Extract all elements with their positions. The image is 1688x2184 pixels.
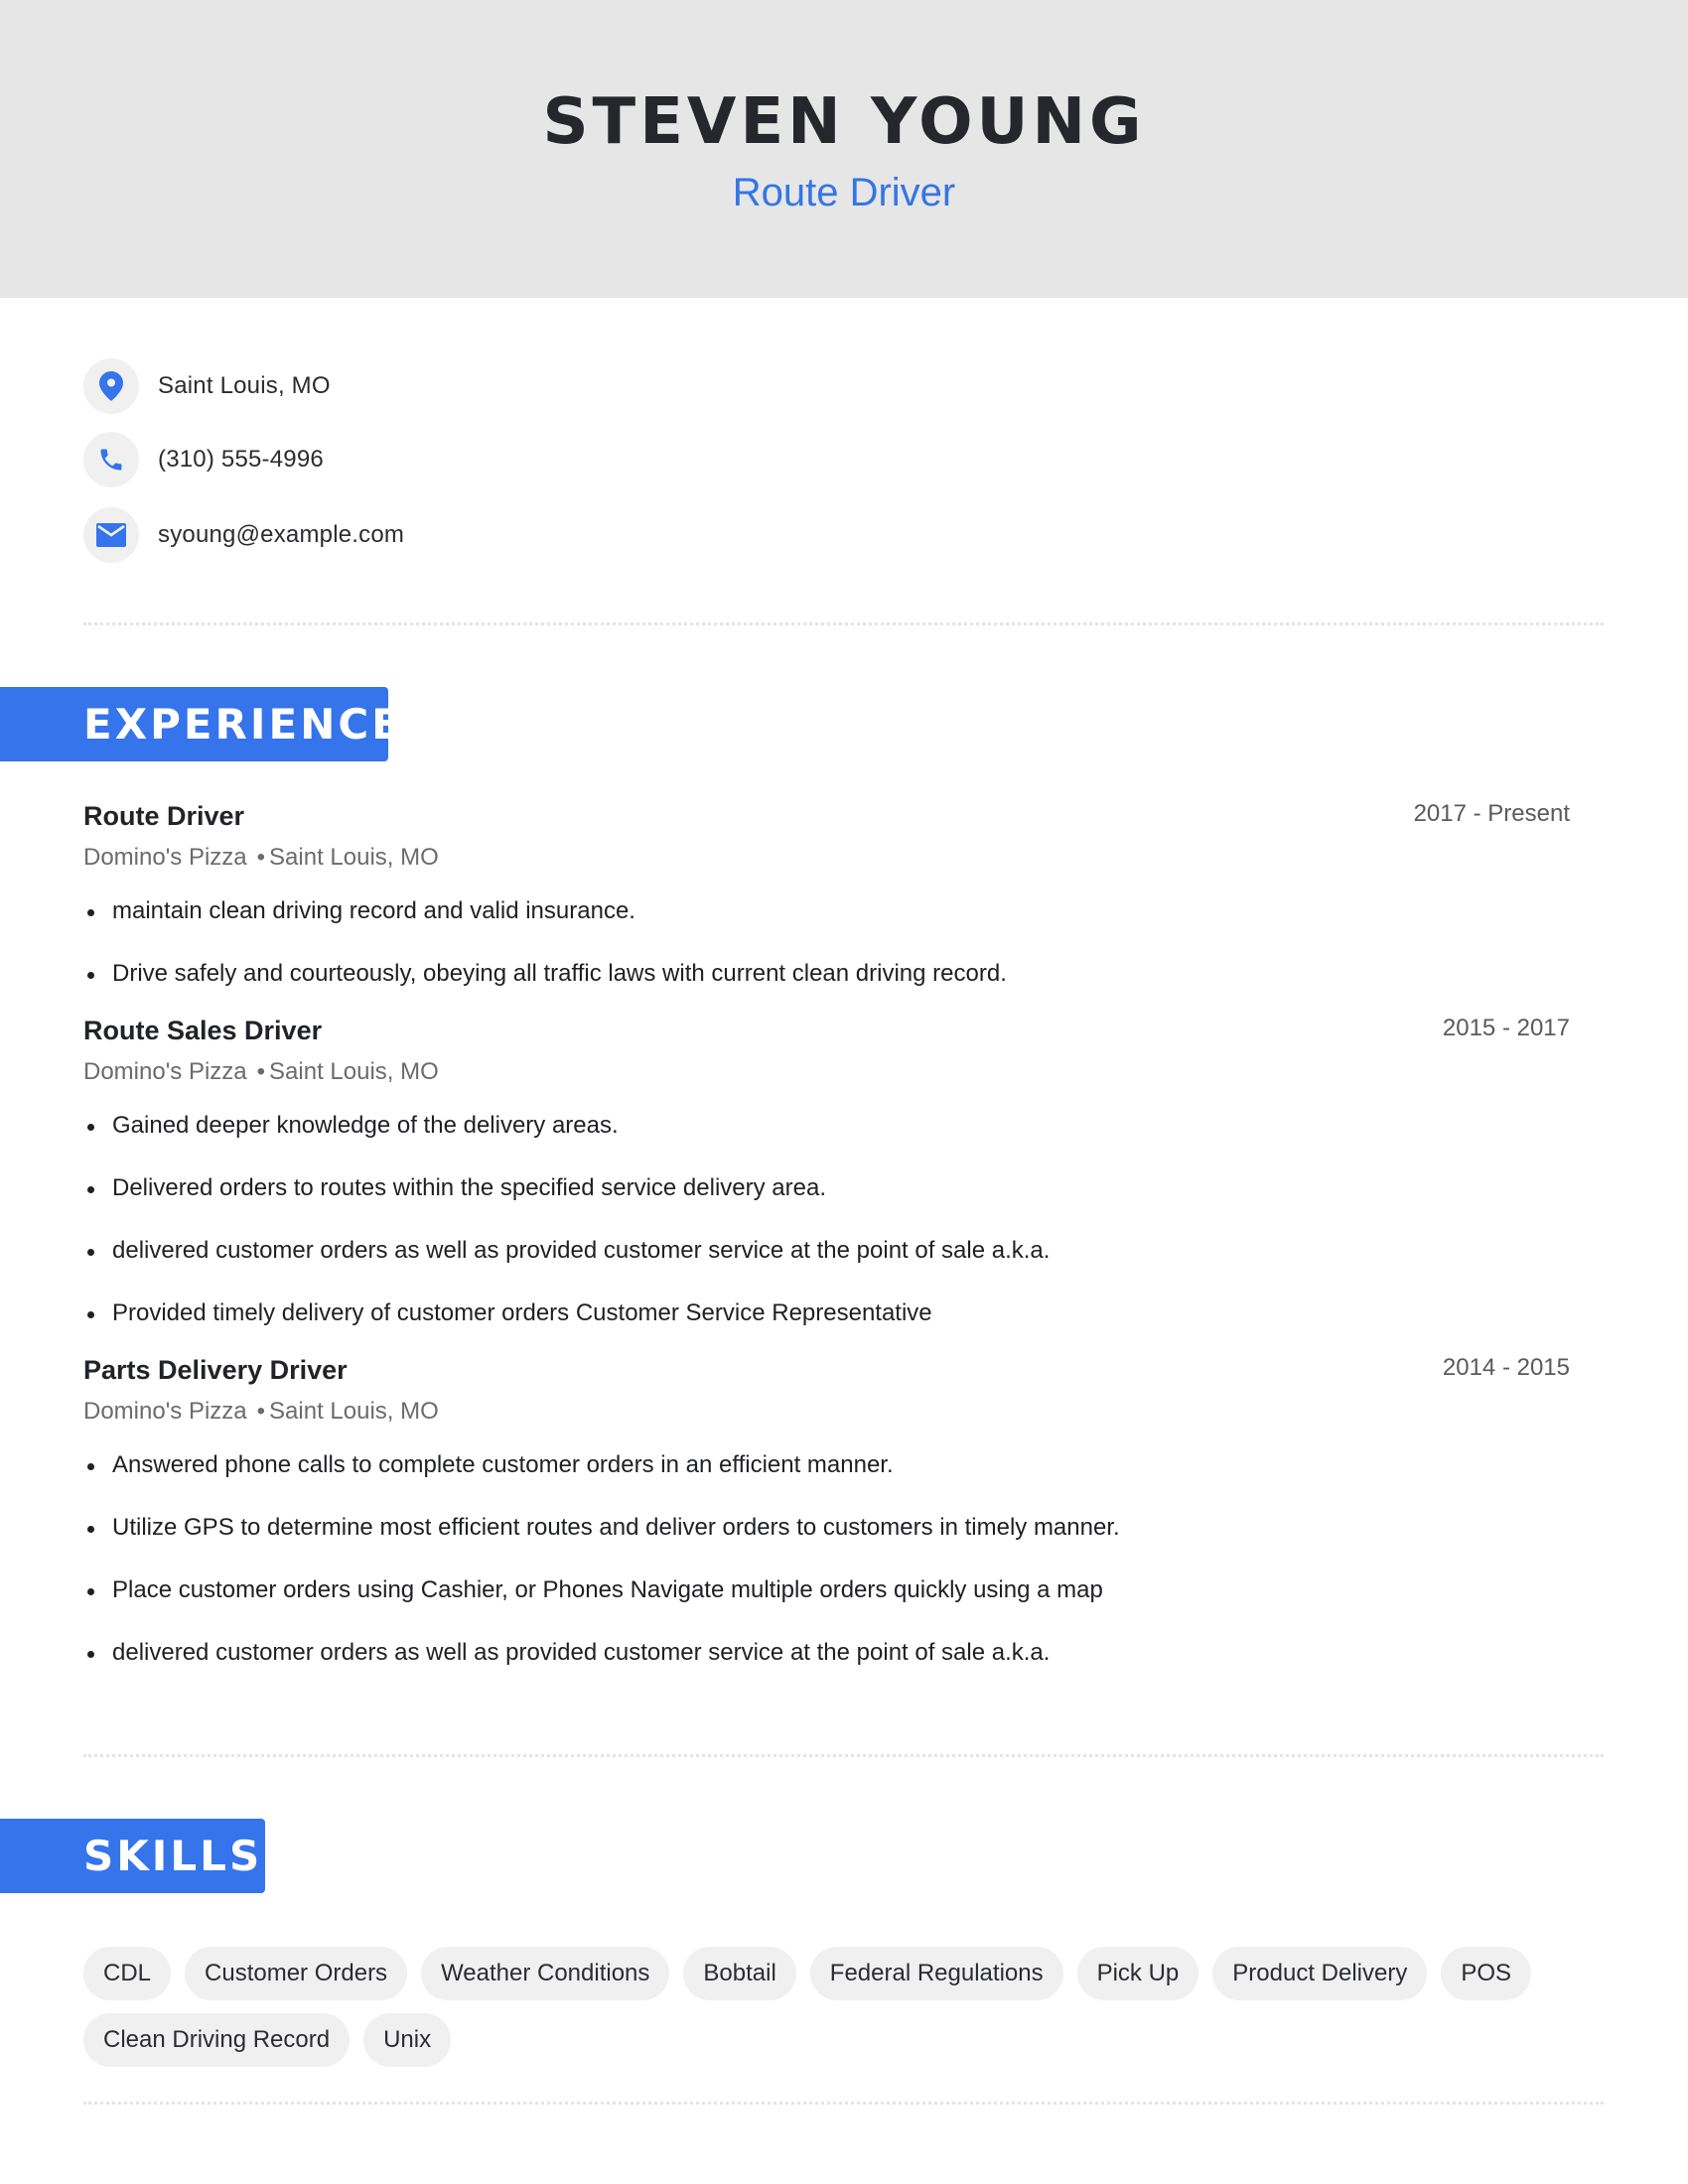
job-entry: Route Driver 2017 - Present Domino's Piz…	[83, 796, 1570, 1017]
job-location: Saint Louis, MO	[269, 1398, 439, 1425]
envelope-icon	[83, 507, 139, 563]
job-meta: Domino's Pizza • Saint Louis, MO	[83, 1392, 1570, 1432]
job-dates: 2014 - 2015	[1442, 1354, 1570, 1381]
job-bullet: delivered customer orders as well as pro…	[83, 1231, 1570, 1294]
job-title: Route Sales Driver	[83, 1016, 323, 1045]
phone-text: (310) 555-4996	[158, 446, 324, 473]
skill-chip: POS	[1441, 1947, 1532, 2000]
job-meta: Domino's Pizza • Saint Louis, MO	[83, 838, 1570, 878]
candidate-name: STEVEN YOUNG	[542, 85, 1146, 159]
skill-chip: Product Delivery	[1212, 1947, 1428, 2000]
skill-chip: Weather Conditions	[421, 1947, 670, 2000]
meta-separator: •	[256, 1058, 266, 1085]
job-bullet: Answered phone calls to complete custome…	[83, 1445, 1570, 1508]
skill-chip: Federal Regulations	[809, 1947, 1063, 2000]
job-bullet: maintain clean driving record and valid …	[83, 891, 1570, 954]
section-divider	[83, 2102, 1604, 2105]
job-entry: Route Sales Driver 2015 - 2017 Domino's …	[83, 1011, 1570, 1356]
skill-chip: Customer Orders	[185, 1947, 408, 2000]
email-text: syoung@example.com	[158, 521, 405, 548]
job-bullets: maintain clean driving record and valid …	[83, 891, 1570, 1017]
skill-chip: Bobtail	[683, 1947, 796, 2000]
candidate-title: Route Driver	[732, 171, 956, 214]
skill-chip: Pick Up	[1076, 1947, 1199, 2000]
job-bullet: Utilize GPS to determine most efficient …	[83, 1508, 1570, 1570]
job-bullet: Gained deeper knowledge of the delivery …	[83, 1106, 1570, 1168]
contact-phone: (310) 555-4996	[83, 432, 324, 487]
meta-separator: •	[256, 1398, 266, 1425]
job-title: Parts Delivery Driver	[83, 1355, 348, 1385]
job-dates: 2017 - Present	[1413, 800, 1570, 827]
job-company: Domino's Pizza	[83, 844, 247, 871]
job-company: Domino's Pizza	[83, 1058, 247, 1085]
job-location: Saint Louis, MO	[269, 1058, 439, 1085]
job-entry: Parts Delivery Driver 2014 - 2015 Domino…	[83, 1350, 1570, 1696]
experience-heading: EXPERIENCE	[83, 700, 403, 749]
job-title: Route Driver	[83, 801, 245, 831]
section-divider	[83, 1754, 1604, 1757]
job-location: Saint Louis, MO	[269, 844, 439, 871]
phone-icon	[83, 432, 139, 487]
skill-chip: Clean Driving Record	[83, 2013, 351, 2067]
job-meta: Domino's Pizza • Saint Louis, MO	[83, 1052, 1570, 1092]
job-dates: 2015 - 2017	[1442, 1015, 1570, 1041]
map-pin-icon	[83, 358, 139, 414]
meta-separator: •	[256, 844, 266, 871]
contact-location: Saint Louis, MO	[83, 358, 331, 414]
job-bullet: Delivered orders to routes within the sp…	[83, 1168, 1570, 1231]
contact-email: syoung@example.com	[83, 507, 404, 563]
resume-header: STEVEN YOUNG Route Driver	[0, 0, 1688, 298]
section-divider	[83, 622, 1604, 625]
job-company: Domino's Pizza	[83, 1398, 247, 1425]
skill-chip: CDL	[83, 1947, 172, 2000]
job-bullets: Gained deeper knowledge of the delivery …	[83, 1106, 1570, 1356]
location-text: Saint Louis, MO	[158, 372, 331, 399]
skill-chip: Unix	[363, 2013, 452, 2067]
skills-heading-bar: SKILLS	[0, 1819, 265, 1893]
job-bullet: Place customer orders using Cashier, or …	[83, 1570, 1570, 1633]
skills-heading: SKILLS	[83, 1832, 263, 1880]
experience-heading-bar: EXPERIENCE	[0, 687, 400, 761]
job-bullets: Answered phone calls to complete custome…	[83, 1445, 1570, 1696]
job-bullet: Provided timely delivery of customer ord…	[83, 1294, 1570, 1356]
skills-list: CDL Customer Orders Weather Conditions B…	[83, 1947, 1604, 2067]
job-bullet: delivered customer orders as well as pro…	[83, 1633, 1570, 1696]
job-bullet: Drive safely and courteously, obeying al…	[83, 954, 1570, 1017]
